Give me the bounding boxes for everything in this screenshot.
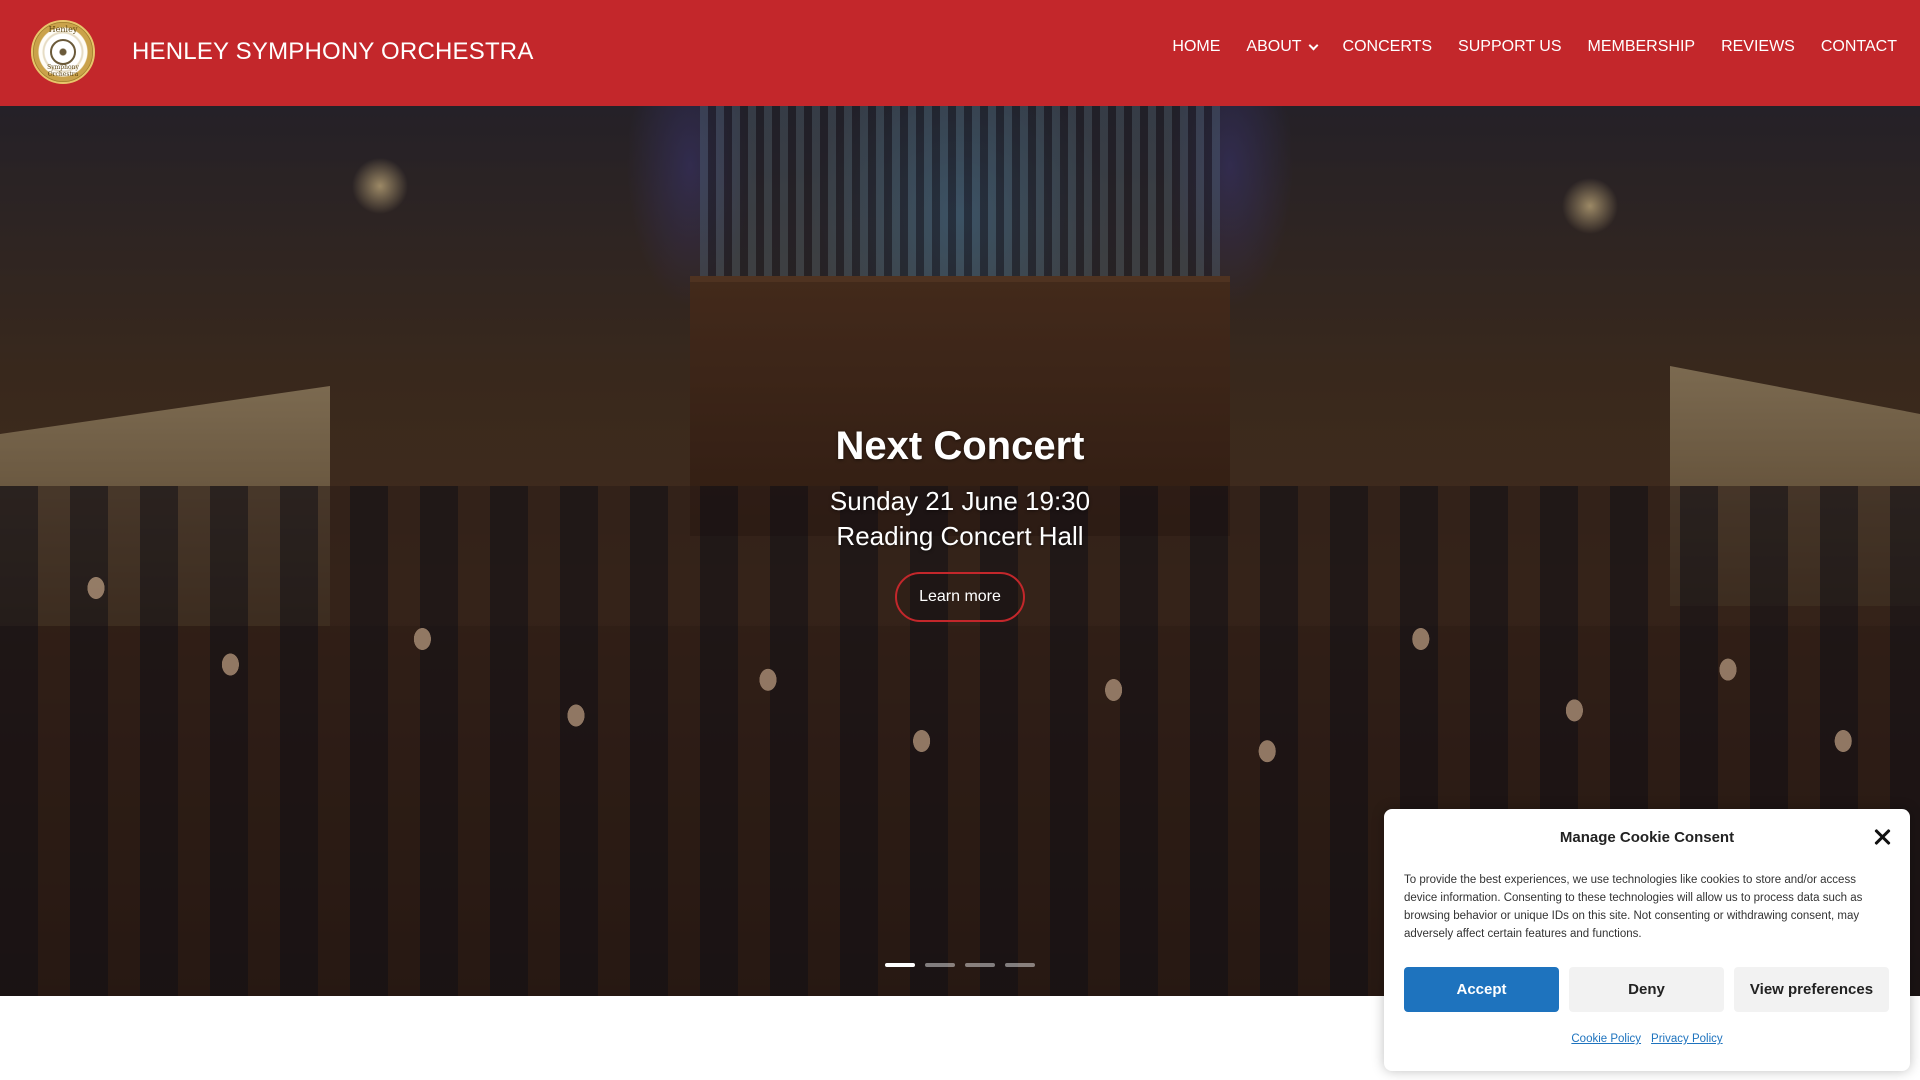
nav-item-home[interactable]: HOME	[1159, 38, 1233, 56]
site-title[interactable]: HENLEY SYMPHONY ORCHESTRA	[132, 38, 534, 66]
site-header: Henley Symphony Orchestra HENLEY SYMPHON…	[0, 0, 1920, 106]
cookie-policy-link[interactable]: Cookie Policy	[1571, 1033, 1641, 1045]
cookie-description: To provide the best experiences, we use …	[1404, 874, 1863, 940]
cookie-consent-dialog: Manage Cookie Consent To provide the bes…	[1384, 809, 1910, 1071]
slider-dot-2[interactable]	[925, 963, 955, 967]
nav-membership-label: MEMBERSHIP	[1587, 38, 1696, 55]
nav-reviews-label: REVIEWS	[1721, 38, 1795, 55]
view-preferences-button[interactable]: View preferences	[1734, 967, 1889, 1012]
slider-dot-1[interactable]	[885, 963, 915, 967]
cookie-buttons: Accept Deny View preferences	[1404, 967, 1889, 1012]
nav-item-about[interactable]: ABOUT	[1233, 38, 1329, 56]
nav-item-concerts[interactable]: CONCERTS	[1330, 38, 1446, 56]
hero-heading: Next Concert	[835, 424, 1085, 468]
deny-button[interactable]: Deny	[1569, 967, 1724, 1012]
orchestra-logo[interactable]: Henley Symphony Orchestra	[31, 20, 95, 84]
nav-item-support-us[interactable]: SUPPORT US	[1445, 38, 1574, 56]
accept-button[interactable]: Accept	[1404, 967, 1559, 1012]
logo-text-bottom: Symphony Orchestra	[47, 64, 79, 78]
nav-concerts-label: CONCERTS	[1342, 38, 1433, 55]
nav-item-reviews[interactable]: REVIEWS	[1708, 38, 1808, 56]
learn-more-button[interactable]: Learn more	[895, 572, 1025, 622]
concert-venue: Reading Concert Hall	[836, 521, 1084, 551]
close-icon[interactable]	[1872, 827, 1892, 847]
nav-contact-label: CONTACT	[1820, 38, 1897, 55]
privacy-policy-link[interactable]: Privacy Policy	[1651, 1033, 1723, 1045]
nav-item-contact[interactable]: CONTACT	[1808, 38, 1897, 56]
slider-dot-3[interactable]	[965, 963, 995, 967]
nav-home-label: HOME	[1172, 38, 1221, 55]
nav-item-membership[interactable]: MEMBERSHIP	[1574, 38, 1708, 56]
concert-date: Sunday 21 June 19:30	[829, 486, 1091, 516]
cookie-title: Manage Cookie Consent	[1559, 829, 1735, 846]
main-nav: HOME ABOUT CONCERTS SUPPORT US MEMBERSHI…	[1159, 38, 1897, 56]
chevron-down-icon	[1308, 40, 1318, 50]
nav-about-label: ABOUT	[1246, 38, 1302, 55]
nav-support-label: SUPPORT US	[1458, 38, 1562, 55]
slider-pagination	[885, 963, 1035, 967]
cookie-links: Cookie Policy Privacy Policy	[1384, 1033, 1910, 1045]
logo-emblem-icon	[50, 39, 76, 65]
slider-dot-4[interactable]	[1005, 963, 1035, 967]
logo-text-top: Henley	[48, 25, 78, 34]
